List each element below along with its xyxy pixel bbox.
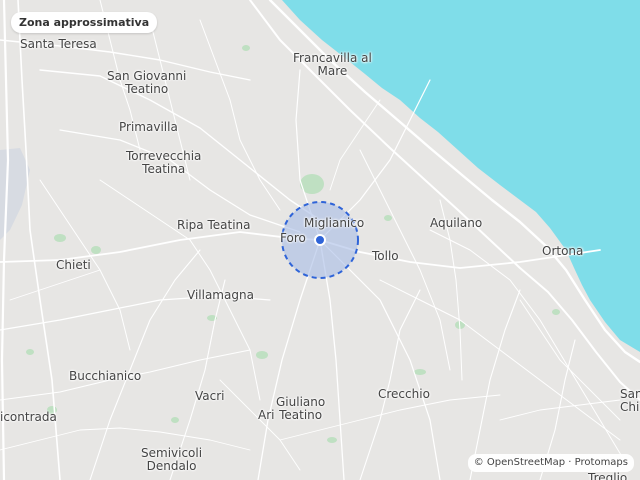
map-attribution[interactable]: © OpenStreetMap · Protomaps [467, 454, 634, 472]
map-view[interactable]: Santa Teresa Francavilla al Mare San Gio… [0, 0, 640, 480]
location-marker[interactable] [314, 234, 326, 246]
place-label-san-giovanni: San Giovanni Teatino [107, 69, 187, 96]
place-label-ripa-teatina: Ripa Teatina [177, 218, 251, 232]
place-label-san-edge: San Chi [620, 387, 640, 414]
place-label-ari: Ari [258, 408, 275, 422]
place-label-villamagna: Villamagna [187, 288, 254, 302]
place-label-torrevecchia: Torrevecchia Teatina [126, 149, 202, 176]
place-label-giuliano: Giuliano Teatino [276, 395, 326, 422]
place-label-treglio: Treglio [588, 471, 628, 480]
place-label-chieti: Chieti [56, 258, 91, 272]
place-label-bucchianico: Bucchianico [69, 369, 142, 383]
place-label-primavilla: Primavilla [119, 120, 178, 134]
place-label-tollo: Tollo [372, 249, 399, 263]
place-label-vacri: Vacri [195, 389, 225, 403]
place-label-francavilla: Francavilla al Mare [293, 51, 372, 78]
place-label-santa-teresa: Santa Teresa [20, 37, 97, 51]
place-label-aquilano: Aquilano [430, 216, 483, 230]
place-label-ortona: Ortona [542, 244, 584, 258]
place-label-miglianico: Miglianico [304, 216, 365, 230]
place-label-foro: Foro [280, 231, 306, 245]
approximate-zone-title: Zona approssimativa [11, 12, 158, 33]
place-label-semivicoli: Semivicoli Dendalo [141, 446, 203, 473]
place-label-contrada: icontrada [0, 410, 57, 424]
place-label-crecchio: Crecchio [378, 387, 430, 401]
